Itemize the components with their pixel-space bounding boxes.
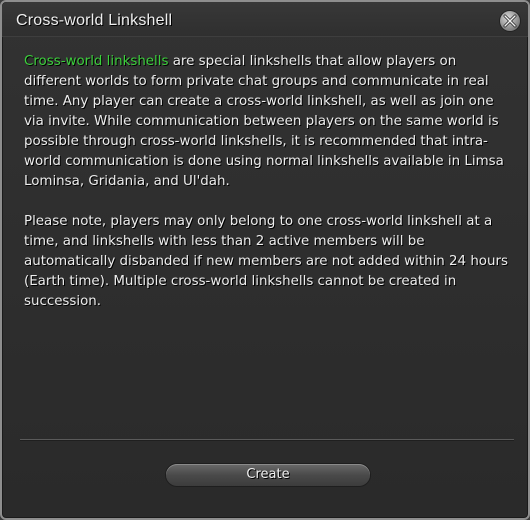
paragraph-note: Please note, players may only belong to … <box>24 214 508 309</box>
create-button[interactable]: Create <box>166 464 370 486</box>
close-icon <box>503 14 517 28</box>
cross-world-linkshell-window: Cross-world Linkshell Cross-world linksh… <box>0 0 530 520</box>
close-button[interactable] <box>500 11 520 31</box>
highlight-term: Cross-world linkshells <box>24 54 169 69</box>
footer-divider <box>20 439 514 440</box>
paragraph-intro: Cross-world linkshells are special links… <box>24 52 512 192</box>
window-title: Cross-world Linkshell <box>16 12 173 29</box>
title-bar[interactable]: Cross-world Linkshell <box>2 2 528 37</box>
description-text: Cross-world linkshells are special links… <box>24 52 512 332</box>
paragraph-intro-text: are special linkshells that allow player… <box>24 54 504 189</box>
